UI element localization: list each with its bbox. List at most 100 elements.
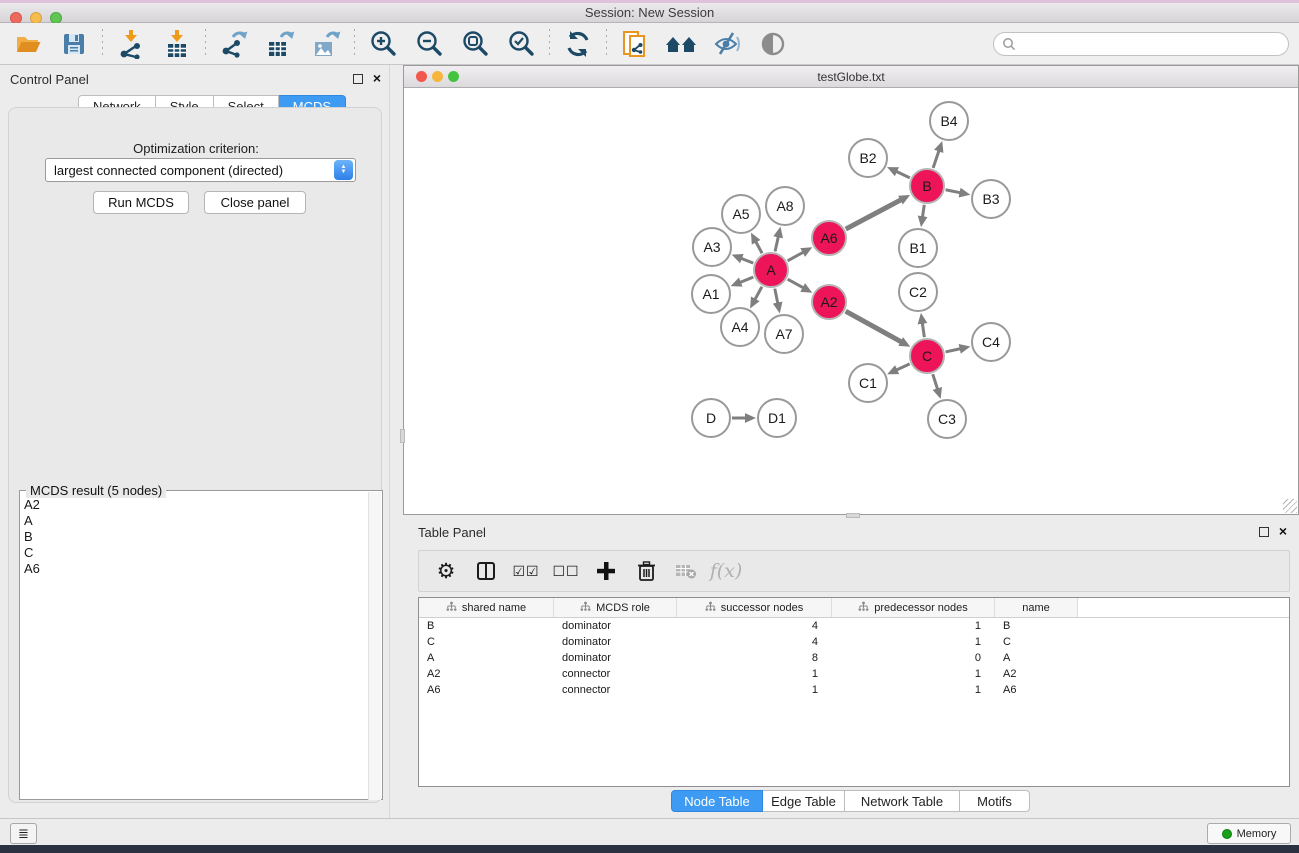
delete-row-trash-icon[interactable] (633, 558, 659, 584)
graph-edge-B-B1[interactable] (922, 205, 924, 218)
search-input[interactable] (1021, 34, 1288, 54)
graph-node-A3[interactable]: A3 (692, 227, 732, 267)
export-network-icon[interactable] (214, 26, 254, 62)
graph-node-D1[interactable]: D1 (757, 398, 797, 438)
graph-node-A6[interactable]: A6 (811, 220, 847, 256)
float-panel-icon[interactable] (353, 74, 363, 84)
import-table-icon[interactable] (157, 26, 197, 62)
graph-node-C3[interactable]: C3 (927, 399, 967, 439)
deselect-all-icon[interactable]: ☐☐ (553, 558, 579, 584)
table-cell[interactable]: A6 (419, 684, 554, 696)
close-panel-button[interactable]: Close panel (204, 191, 306, 214)
table-cell[interactable]: C (995, 636, 1078, 648)
table-cell[interactable]: A (995, 652, 1078, 664)
graph-edge-A-A4[interactable] (755, 287, 762, 300)
table-cell[interactable]: B (995, 620, 1078, 632)
graph-node-A5[interactable]: A5 (721, 194, 761, 234)
table-cell[interactable]: 4 (677, 620, 832, 632)
graph-node-B1[interactable]: B1 (898, 228, 938, 268)
export-image-icon[interactable] (306, 26, 346, 62)
graph-node-A2[interactable]: A2 (811, 284, 847, 320)
graph-node-A4[interactable]: A4 (720, 307, 760, 347)
column-header-predecessor-nodes[interactable]: predecessor nodes (832, 598, 995, 617)
graph-node-A8[interactable]: A8 (765, 186, 805, 226)
show-graphics-eye-icon[interactable] (753, 26, 793, 62)
table-row[interactable]: Cdominator41C (419, 634, 1289, 650)
open-folder-icon[interactable] (8, 26, 48, 62)
mcds-result-item[interactable]: A (24, 513, 367, 529)
graph-node-C2[interactable]: C2 (898, 272, 938, 312)
zoom-out-icon[interactable] (409, 26, 449, 62)
graph-edge-A-A6[interactable] (788, 252, 804, 261)
graph-node-A[interactable]: A (753, 252, 789, 288)
close-panel-icon[interactable]: × (1279, 522, 1287, 540)
graph-edge-A-A2[interactable] (788, 279, 804, 288)
graph-edge-A-A5[interactable] (756, 241, 762, 253)
table-cell[interactable]: 1 (832, 636, 995, 648)
memory-button[interactable]: Memory (1207, 823, 1291, 844)
mcds-result-item[interactable]: C (24, 545, 367, 561)
mcds-result-item[interactable]: A6 (24, 561, 367, 577)
splitter-handle[interactable] (400, 429, 405, 443)
graph-edge-A-A7[interactable] (775, 289, 778, 304)
table-cell[interactable]: A6 (995, 684, 1078, 696)
graph-node-A7[interactable]: A7 (764, 314, 804, 354)
mcds-result-item[interactable]: A2 (24, 497, 367, 513)
graph-node-D[interactable]: D (691, 398, 731, 438)
graph-node-C1[interactable]: C1 (848, 363, 888, 403)
network-file-icon[interactable] (615, 26, 655, 62)
graph-node-B4[interactable]: B4 (929, 101, 969, 141)
table-cell[interactable]: A (419, 652, 554, 664)
hide-graphics-eye-icon[interactable] (707, 26, 747, 62)
graph-edge-A-A1[interactable] (740, 277, 754, 282)
refresh-icon[interactable] (558, 26, 598, 62)
task-history-button[interactable]: ≣ (10, 823, 37, 844)
graph-edge-A-A3[interactable] (741, 258, 753, 263)
export-table-icon[interactable] (260, 26, 300, 62)
table-row[interactable]: A6connector11A6 (419, 682, 1289, 698)
minimize-view-button[interactable] (432, 71, 443, 82)
mcds-result-item[interactable]: B (24, 529, 367, 545)
table-cell[interactable]: 4 (677, 636, 832, 648)
table-cell[interactable]: A2 (419, 668, 554, 680)
graph-edge-B-B4[interactable] (933, 150, 939, 168)
column-header-MCDS-role[interactable]: MCDS role (554, 598, 677, 617)
table-cell[interactable]: 0 (832, 652, 995, 664)
network-canvas[interactable]: B4B2BB3A8A5A6A3B1AC2A1A2A4A7C4CC1C3DD1 (404, 88, 1298, 514)
table-cell[interactable]: dominator (554, 636, 677, 648)
zoom-in-icon[interactable] (363, 26, 403, 62)
import-network-icon[interactable] (111, 26, 151, 62)
select-all-icon[interactable]: ☑☑ (513, 558, 539, 584)
graph-node-C[interactable]: C (909, 338, 945, 374)
mcds-result-list[interactable]: A2ABCA6 (21, 497, 367, 577)
scrollbar-track[interactable] (368, 492, 381, 800)
function-builder-icon[interactable]: f(x) (713, 558, 739, 584)
table-row[interactable]: Bdominator41B (419, 618, 1289, 634)
close-panel-icon[interactable]: × (373, 69, 381, 87)
tab-network-table[interactable]: Network Table (845, 790, 960, 812)
delete-table-icon[interactable] (673, 558, 699, 584)
add-row-icon[interactable] (593, 558, 619, 584)
search-box[interactable] (993, 32, 1289, 56)
table-cell[interactable]: A2 (995, 668, 1078, 680)
table-cell[interactable]: connector (554, 668, 677, 680)
graph-edge-C-C1[interactable] (896, 364, 910, 370)
graph-node-A1[interactable]: A1 (691, 274, 731, 314)
close-view-button[interactable] (416, 71, 427, 82)
column-header-successor-nodes[interactable]: successor nodes (677, 598, 832, 617)
table-cell[interactable]: dominator (554, 652, 677, 664)
tab-edge-table[interactable]: Edge Table (763, 790, 845, 812)
table-cell[interactable]: 1 (832, 684, 995, 696)
maximize-view-button[interactable] (448, 71, 459, 82)
graph-node-C4[interactable]: C4 (971, 322, 1011, 362)
graph-edge-B-B2[interactable] (896, 171, 910, 178)
table-row[interactable]: Adominator80A (419, 650, 1289, 666)
run-mcds-button[interactable]: Run MCDS (93, 191, 189, 214)
table-cell[interactable]: dominator (554, 620, 677, 632)
graph-edge-C-C3[interactable] (933, 374, 938, 389)
graph-edge-C-C2[interactable] (922, 323, 924, 337)
float-panel-icon[interactable] (1259, 527, 1269, 537)
zoom-fit-icon[interactable] (455, 26, 495, 62)
save-icon[interactable] (54, 26, 94, 62)
graph-edge-A6-B[interactable] (846, 200, 902, 230)
